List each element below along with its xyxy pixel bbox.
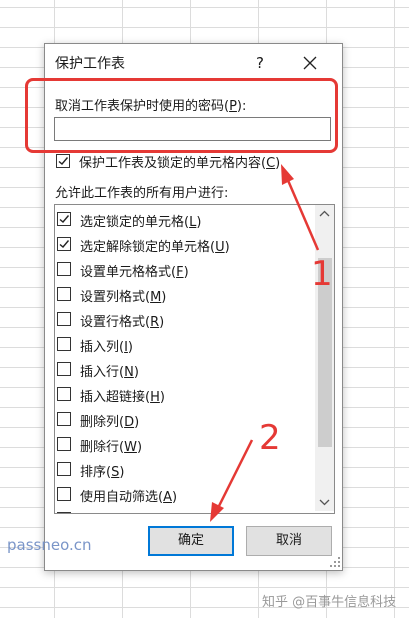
permission-label: 删除行(W) [80, 440, 143, 455]
annotation-label-2: 2 [259, 418, 281, 458]
permission-label: 使用自动筛选(A) [80, 490, 178, 505]
permission-item[interactable]: 插入列(I) [55, 333, 313, 358]
permission-item[interactable]: 设置行格式(R) [55, 308, 313, 333]
watermark-left: passneo.cn [7, 536, 92, 554]
permission-item[interactable]: 排序(S) [55, 458, 313, 483]
permission-item[interactable]: 选定锁定的单元格(L) [55, 208, 313, 233]
protect-contents-label: 保护工作表及锁定的单元格内容(C) [79, 156, 281, 171]
permission-item[interactable]: 选定解除锁定的单元格(U) [55, 233, 313, 258]
permission-checkbox[interactable] [57, 487, 71, 501]
permission-item[interactable]: 插入行(N) [55, 358, 313, 383]
permission-label: 选定解除锁定的单元格(U) [80, 240, 230, 255]
permission-checkbox[interactable] [57, 287, 71, 301]
scroll-down-button[interactable] [315, 494, 334, 511]
permission-checkbox[interactable] [57, 512, 71, 513]
permission-item[interactable]: 使用自动筛选(A) [55, 483, 313, 508]
permission-label: 使用数据透视表和数据透视图(P) [80, 511, 267, 513]
permission-label: 插入列(I) [80, 340, 133, 355]
annotation-label-1: 1 [311, 254, 333, 294]
permission-label: 设置列格式(M) [80, 290, 167, 305]
check-icon [59, 240, 70, 248]
permission-label: 设置单元格格式(F) [80, 265, 189, 280]
permission-label: 插入行(N) [80, 365, 139, 380]
allow-users-label: 允许此工作表的所有用户进行: [55, 186, 229, 201]
permission-item[interactable]: 插入超链接(H) [55, 383, 313, 408]
permissions-list[interactable]: 选定锁定的单元格(L) 选定解除锁定的单元格(U) 设置单元格格式(F) 设置列格式(… [54, 204, 335, 514]
permission-item[interactable]: 设置单元格格式(F) [55, 258, 313, 283]
annotation-highlight-box [25, 78, 338, 153]
permission-checkbox[interactable] [57, 237, 71, 251]
permission-checkbox[interactable] [57, 387, 71, 401]
close-button[interactable] [297, 51, 323, 75]
dialog-title: 保护工作表 [55, 56, 125, 72]
permission-item[interactable]: 设置列格式(M) [55, 283, 313, 308]
chevron-up-icon [319, 210, 330, 217]
permission-label: 删除列(D) [80, 415, 140, 430]
protect-checkbox-box[interactable] [56, 154, 70, 168]
help-button[interactable]: ? [248, 51, 272, 75]
permission-checkbox[interactable] [57, 362, 71, 376]
permission-checkbox[interactable] [57, 462, 71, 476]
permission-item[interactable]: 使用数据透视表和数据透视图(P) [55, 508, 313, 513]
ok-button[interactable]: 确定 [148, 526, 234, 556]
title-bar: 保护工作表 ? [45, 44, 342, 82]
scroll-up-button[interactable] [315, 205, 334, 222]
permission-checkbox[interactable] [57, 337, 71, 351]
permission-checkbox[interactable] [57, 212, 71, 226]
resize-grip-icon[interactable] [329, 556, 341, 568]
vertical-scrollbar[interactable] [315, 205, 334, 511]
check-icon [59, 215, 70, 223]
close-icon [303, 56, 317, 70]
check-icon [58, 157, 69, 165]
permission-label: 选定锁定的单元格(L) [80, 215, 202, 230]
watermark-right: 知乎 @百事牛信息科技 [262, 595, 397, 610]
permission-checkbox[interactable] [57, 262, 71, 276]
cancel-button[interactable]: 取消 [246, 526, 332, 556]
permission-checkbox[interactable] [57, 412, 71, 426]
permission-checkbox[interactable] [57, 437, 71, 451]
chevron-down-icon [319, 499, 330, 506]
permission-label: 排序(S) [80, 465, 125, 480]
permission-checkbox[interactable] [57, 312, 71, 326]
permission-label: 插入超链接(H) [80, 390, 165, 405]
permission-label: 设置行格式(R) [80, 315, 165, 330]
